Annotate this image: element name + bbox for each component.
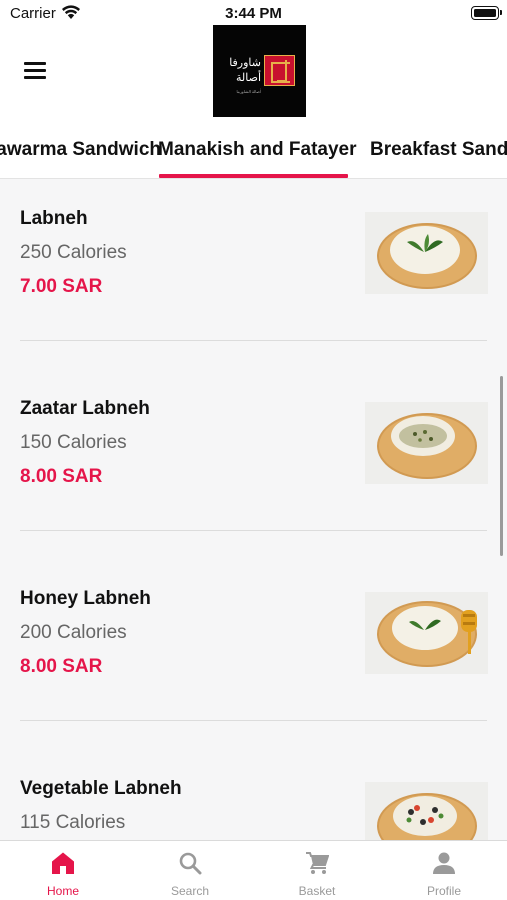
menu-item-list: Labneh 250 Calories 7.00 SAR Zaatar Labn…: [0, 180, 507, 840]
bottom-tab-bar: Home Search Basket Profile: [0, 840, 507, 900]
tab-manakish-and-fatayer[interactable]: Manakish and Fatayer: [158, 139, 357, 161]
nav-search-label: Search: [170, 884, 210, 898]
battery-icon: [471, 6, 502, 20]
item-calories: 115 Calories: [20, 812, 126, 833]
zaatar-labneh-manakish-photo: [365, 402, 488, 484]
menu-item-zaatar-labneh[interactable]: Zaatar Labneh 150 Calories 8.00 SAR: [0, 370, 507, 560]
nav-basket[interactable]: Basket: [254, 841, 380, 900]
person-icon: [433, 852, 455, 874]
item-name: Honey Labneh: [20, 588, 151, 609]
search-icon: [179, 852, 202, 875]
nav-profile-label: Profile: [426, 884, 461, 898]
vegetable-labneh-manakish-photo: [365, 782, 488, 840]
item-calories: 150 Calories: [20, 432, 127, 453]
home-icon: [52, 852, 74, 874]
nav-home[interactable]: Home: [0, 841, 126, 900]
item-price: 7.00 SAR: [20, 276, 103, 297]
logo-emblem: [264, 55, 295, 86]
item-name: Labneh: [20, 208, 88, 229]
item-price: 8.00 SAR: [20, 466, 103, 487]
item-name: Zaatar Labneh: [20, 398, 150, 419]
status-time: 3:44 PM: [225, 5, 282, 22]
nav-basket-label: Basket: [298, 884, 336, 898]
item-divider: [20, 720, 487, 721]
list-scrollbar[interactable]: [500, 376, 503, 556]
item-divider: [20, 340, 487, 341]
nav-search[interactable]: Search: [127, 841, 253, 900]
nav-home-label: Home: [46, 884, 79, 898]
nav-profile[interactable]: Profile: [381, 841, 507, 900]
menu-item-honey-labneh[interactable]: Honey Labneh 200 Calories 8.00 SAR: [0, 560, 507, 750]
item-name: Vegetable Labneh: [20, 778, 182, 799]
item-price: 8.00 SAR: [20, 656, 103, 677]
item-divider: [20, 530, 487, 531]
hamburger-menu-icon[interactable]: [24, 62, 46, 80]
honey-labneh-manakish-photo: [365, 592, 488, 674]
active-tab-indicator: [159, 174, 348, 178]
cart-icon: [306, 852, 329, 874]
tab-shawarma-sandwich[interactable]: Shawarma Sandwich: [0, 139, 161, 161]
status-bar: Carrier 3:44 PM: [0, 0, 507, 28]
item-calories: 200 Calories: [20, 622, 127, 643]
labneh-manakish-photo: [365, 212, 488, 294]
logo-subtext: أصالة الشاورما: [236, 89, 261, 94]
menu-item-labneh[interactable]: Labneh 250 Calories 7.00 SAR: [0, 180, 507, 370]
tab-breakfast-sandwiches[interactable]: Breakfast Sandwiches: [370, 139, 507, 161]
restaurant-logo: شاورفا أصالة أصالة الشاورما: [213, 25, 306, 117]
logo-text: شاورفا أصالة: [229, 57, 261, 84]
category-tabs: Shawarma Sandwich Manakish and Fatayer B…: [0, 122, 507, 179]
item-calories: 250 Calories: [20, 242, 127, 263]
app-header: شاورفا أصالة أصالة الشاورما: [0, 25, 507, 122]
menu-item-vegetable-labneh[interactable]: Vegetable Labneh 115 Calories: [0, 750, 507, 840]
